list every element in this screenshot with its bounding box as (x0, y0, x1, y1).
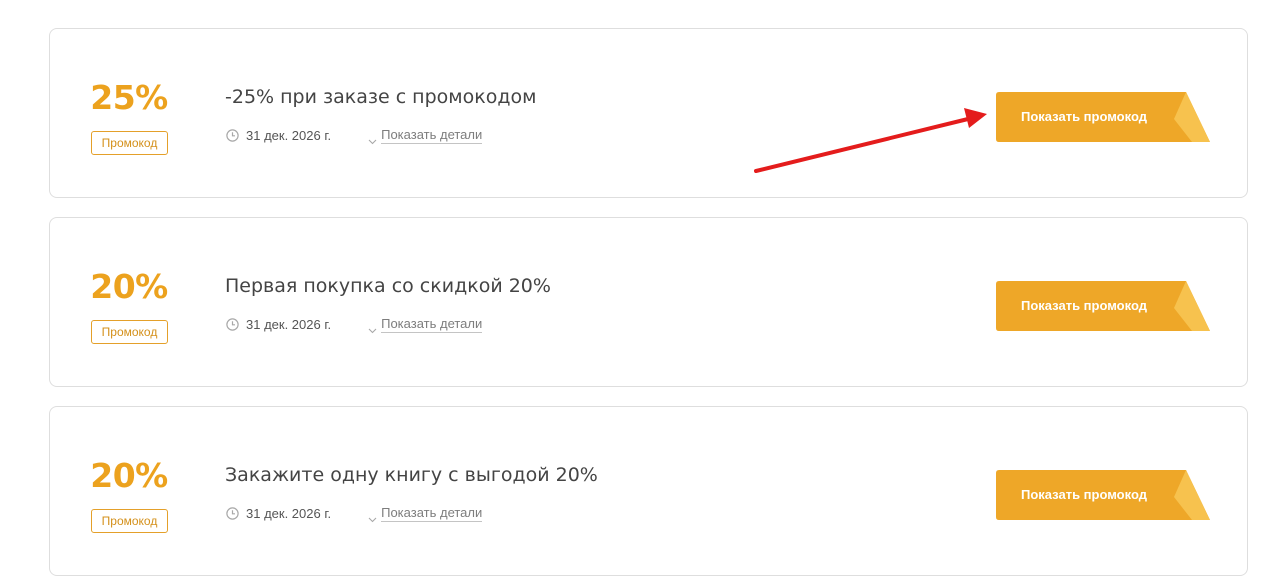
promo-type-badge: Промокод (91, 131, 168, 155)
show-details-link[interactable]: Показать детали (368, 505, 483, 522)
show-details-label: Показать детали (381, 316, 483, 333)
show-promo-label: Показать промокод (1021, 109, 1147, 124)
show-details-link[interactable]: Показать детали (368, 127, 483, 144)
offer-meta: 31 дек. 2026 г. Показать детали (226, 505, 483, 522)
discount-value: 25% (90, 78, 168, 117)
expiry-date: 31 дек. 2026 г. (246, 128, 332, 143)
offer-card: 25% Промокод -25% при заказе с промокодо… (49, 28, 1248, 198)
discount-value: 20% (90, 267, 168, 306)
offer-title: Первая покупка со скидкой 20% (225, 275, 551, 297)
show-promo-button[interactable]: Показать промокод (996, 281, 1210, 331)
promo-type-badge: Промокод (91, 509, 168, 533)
show-promo-button[interactable]: Показать промокод (996, 92, 1210, 142)
chevron-down-icon (368, 322, 377, 333)
show-details-label: Показать детали (381, 127, 483, 144)
show-details-link[interactable]: Показать детали (368, 316, 483, 333)
clock-icon (226, 507, 239, 520)
show-promo-label: Показать промокод (1021, 298, 1147, 313)
offer-title: -25% при заказе с промокодом (225, 86, 537, 108)
discount-value: 20% (90, 456, 168, 495)
offer-meta: 31 дек. 2026 г. Показать детали (226, 316, 483, 333)
show-promo-button[interactable]: Показать промокод (996, 470, 1210, 520)
chevron-down-icon (368, 133, 377, 144)
expiry-date: 31 дек. 2026 г. (246, 317, 332, 332)
show-details-label: Показать детали (381, 505, 483, 522)
promo-type-badge: Промокод (91, 320, 168, 344)
clock-icon (226, 318, 239, 331)
clock-icon (226, 129, 239, 142)
offer-meta: 31 дек. 2026 г. Показать детали (226, 127, 483, 144)
offer-title: Закажите одну книгу с выгодой 20% (225, 464, 598, 486)
show-promo-label: Показать промокод (1021, 487, 1147, 502)
chevron-down-icon (368, 511, 377, 522)
expiry-date: 31 дек. 2026 г. (246, 506, 332, 521)
promo-page: 25% Промокод -25% при заказе с промокодо… (0, 0, 1261, 588)
offer-card: 20% Промокод Закажите одну книгу с выгод… (49, 406, 1248, 576)
offer-card: 20% Промокод Первая покупка со скидкой 2… (49, 217, 1248, 387)
